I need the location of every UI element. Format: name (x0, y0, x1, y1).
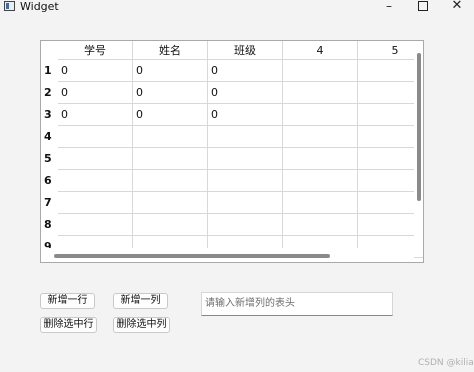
add-row-button[interactable]: 新增一行 (40, 293, 95, 309)
row-header[interactable]: 5 (41, 148, 58, 170)
table-cell[interactable] (133, 214, 208, 236)
table-cell[interactable] (208, 148, 283, 170)
row-header[interactable]: 8 (41, 214, 58, 236)
row-header[interactable]: 2 (41, 82, 58, 104)
horizontal-scroll-thumb[interactable] (54, 254, 330, 258)
table-cell[interactable] (283, 60, 358, 82)
table-cell[interactable]: 0 (208, 104, 283, 126)
row-header[interactable]: 7 (41, 192, 58, 214)
table-cell[interactable] (208, 214, 283, 236)
horizontal-scrollbar[interactable] (41, 248, 414, 262)
table-cell[interactable] (58, 148, 133, 170)
delete-row-button[interactable]: 删除选中行 (40, 317, 97, 333)
vertical-scroll-thumb[interactable] (417, 53, 421, 201)
table-cell[interactable] (133, 170, 208, 192)
row-header[interactable]: 4 (41, 126, 58, 148)
table-cell[interactable] (283, 214, 358, 236)
column-header[interactable]: 班级 (208, 41, 283, 60)
table-cell[interactable]: 0 (58, 104, 133, 126)
table-cell[interactable]: 0 (133, 82, 208, 104)
row-header[interactable]: 3 (41, 104, 58, 126)
table-cell[interactable] (283, 104, 358, 126)
add-column-button[interactable]: 新增一列 (113, 293, 168, 309)
table-cell[interactable]: 0 (208, 60, 283, 82)
table-cell[interactable] (133, 192, 208, 214)
table-cell[interactable]: 0 (58, 60, 133, 82)
table-cell[interactable]: 0 (133, 60, 208, 82)
column-header-input[interactable]: 请输入新增列的表头 (201, 292, 393, 316)
table-cell[interactable] (133, 126, 208, 148)
student-table[interactable]: 学号 姓名 班级 4 5 1 0 0 0 2 0 0 0 3 0 0 0 4 5 6 7 8 9 (40, 40, 424, 263)
table-cell[interactable] (208, 192, 283, 214)
table-cell[interactable] (58, 126, 133, 148)
watermark-text: CSDN @kilia (418, 358, 474, 368)
table-cell[interactable] (133, 148, 208, 170)
table-cell[interactable] (283, 82, 358, 104)
maximize-icon (418, 1, 428, 11)
table-cell[interactable] (283, 192, 358, 214)
table-corner (41, 41, 58, 60)
table-cell[interactable]: 0 (133, 104, 208, 126)
table-cell[interactable] (283, 126, 358, 148)
vertical-scrollbar[interactable] (414, 41, 423, 248)
row-header[interactable]: 6 (41, 170, 58, 192)
table-cell[interactable] (58, 214, 133, 236)
row-header[interactable]: 1 (41, 60, 58, 82)
table-cell[interactable] (283, 148, 358, 170)
table-cell[interactable]: 0 (58, 82, 133, 104)
close-button[interactable]: ✕ (440, 0, 474, 14)
table-cell[interactable] (283, 170, 358, 192)
minimize-button[interactable]: – (372, 0, 406, 14)
table-cell[interactable] (58, 192, 133, 214)
column-header[interactable]: 姓名 (133, 41, 208, 60)
maximize-button[interactable] (406, 0, 440, 14)
delete-column-button[interactable]: 删除选中列 (113, 317, 170, 333)
table-cell[interactable] (208, 170, 283, 192)
column-header[interactable]: 4 (283, 41, 358, 60)
title-bar: Widget – ✕ (0, 0, 474, 14)
table-cell[interactable] (208, 126, 283, 148)
table-cell[interactable]: 0 (208, 82, 283, 104)
window-title: Widget (20, 0, 59, 13)
app-window-icon (4, 1, 15, 11)
table-cell[interactable] (58, 170, 133, 192)
column-header[interactable]: 学号 (58, 41, 133, 60)
